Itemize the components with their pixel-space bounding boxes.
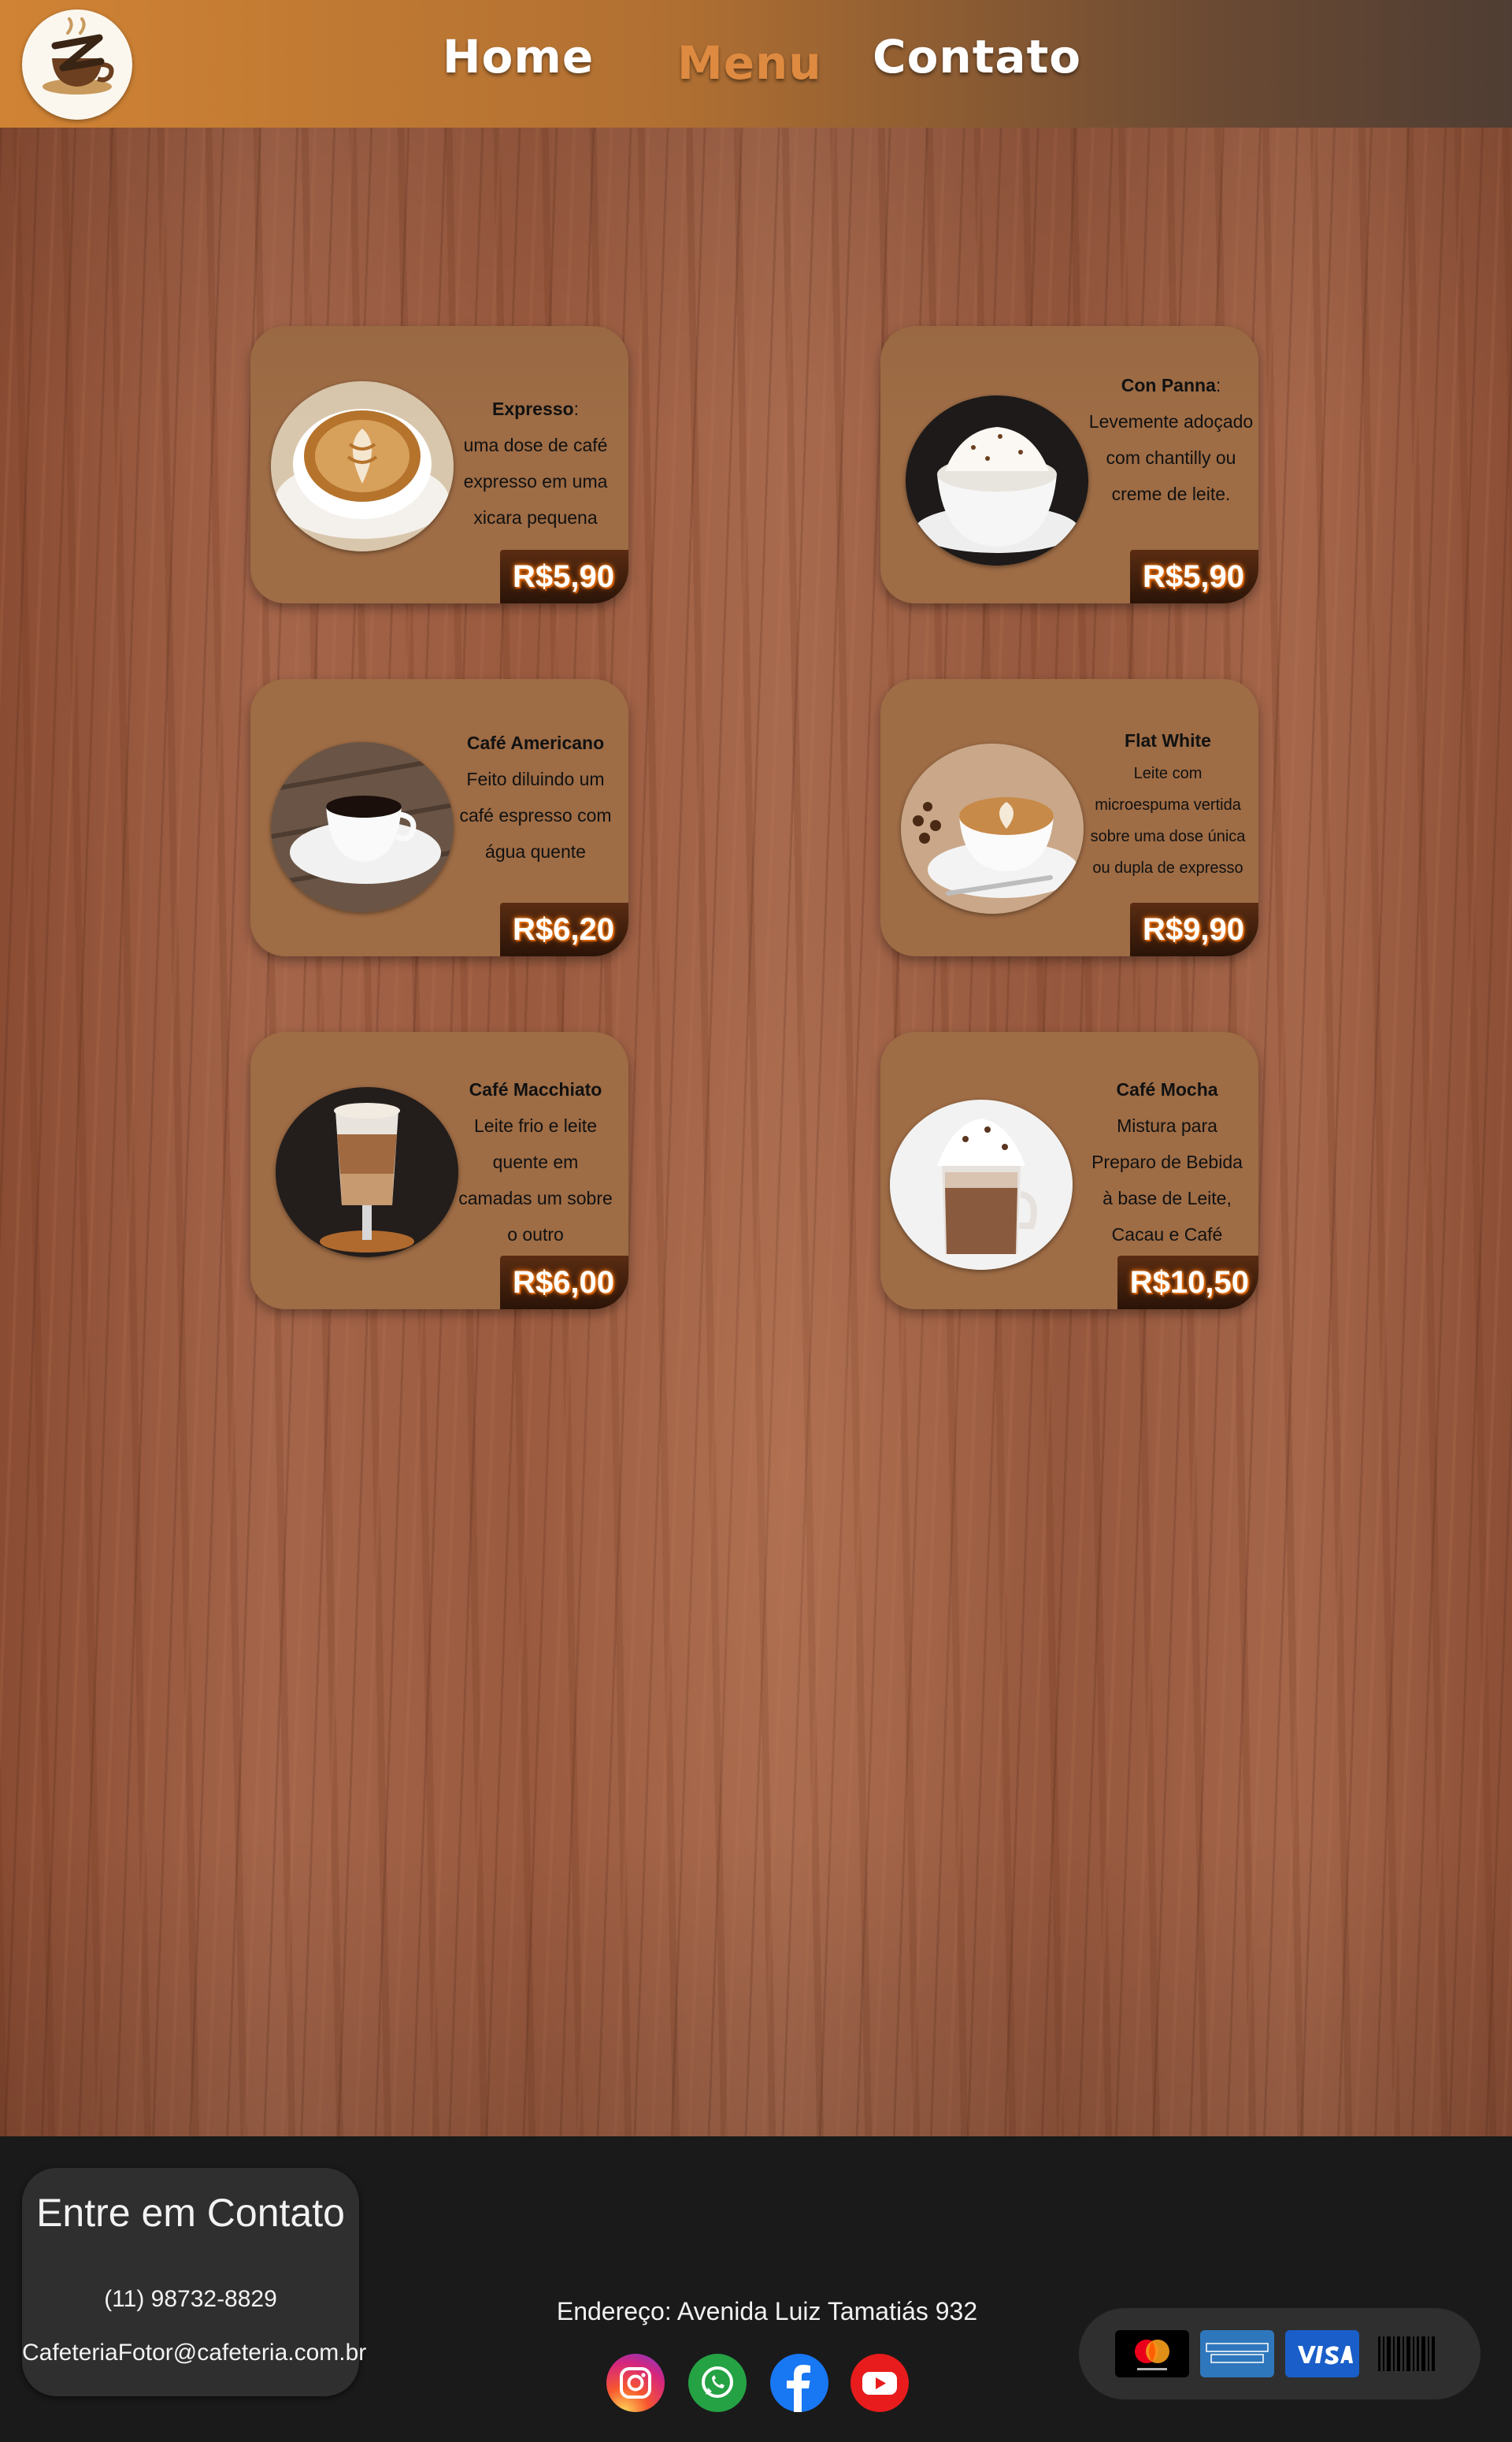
item-description: Con Panna: Levemente adoçado com chantil… [1088,367,1254,512]
price-tag: R$5,90 [500,550,628,603]
item-text: Feito diluindo um café espresso com água… [459,769,612,862]
price-tag: R$6,20 [500,903,628,956]
price-tag: R$10,50 [1117,1256,1258,1309]
item-text: Leite com microespuma vertida sobre uma … [1090,765,1246,877]
flat-white-cup-photo [901,744,1084,914]
payment-methods [1079,2308,1480,2399]
menu-item-card[interactable]: Flat White Leite com microespuma vertida… [880,679,1258,956]
nav-menu-link[interactable]: Menu [677,36,822,90]
price-tag: R$9,90 [1130,903,1258,956]
youtube-icon[interactable] [850,2354,909,2412]
whatsapp-icon[interactable] [688,2354,747,2412]
menu-item-card[interactable]: Con Panna: Levemente adoçado com chantil… [880,326,1258,603]
item-description: Expresso: uma dose de café expresso em u… [457,391,614,536]
item-text: Leite frio e leite quente em camadas um … [458,1115,613,1245]
nav-home-link[interactable]: Home [443,30,594,84]
coffee-cup-logo-icon[interactable] [22,9,132,120]
item-text: Mistura para Preparo de Bebida à base de… [1091,1115,1243,1245]
black-coffee-cup-photo [271,742,454,912]
boleto-icon [1370,2330,1444,2377]
site-header: Home Menu Contato [0,0,1512,128]
macchiato-glass-photo [276,1087,458,1257]
item-text: Levemente adoçado com chantilly ou creme… [1088,411,1254,504]
menu-item-card[interactable]: Café Mocha Mistura para Preparo de Bebid… [880,1032,1258,1309]
item-name-suffix: : [573,399,579,419]
menu-item-card[interactable]: Café Macchiato Leite frio e leite quente… [250,1032,628,1309]
site-footer: Entre em Contato (11) 98732-8829 Cafeter… [0,2136,1512,2442]
mastercard-icon [1115,2330,1189,2377]
item-name: Café Macchiato [469,1079,602,1100]
item-name: Expresso [492,399,574,419]
whipped-cream-coffee-photo [906,395,1088,566]
item-description: Café Macchiato Leite frio e leite quente… [457,1071,614,1253]
item-description: Flat White Leite com microespuma vertida… [1085,725,1251,884]
menu-item-card[interactable]: Café Americano Feito diluindo um café es… [250,679,628,956]
mocha-glass-photo [890,1100,1073,1270]
item-name: Flat White [1125,730,1211,751]
facebook-icon[interactable] [770,2354,828,2412]
item-name: Café Mocha [1116,1079,1218,1100]
item-text: uma dose de café expresso em uma xicara … [463,435,608,528]
latte-art-cup-photo [271,381,454,551]
contact-email[interactable]: CafeteriaFotor@cafeteria.com.br [22,2340,366,2366]
item-name: Café Americano [466,733,605,753]
price-tag: R$6,00 [500,1256,628,1309]
menu-item-card[interactable]: Expresso: uma dose de café expresso em u… [250,326,628,603]
item-name: Con Panna [1121,375,1216,395]
american-express-icon [1200,2330,1274,2377]
item-description: Café Americano Feito diluindo um café es… [457,725,614,870]
nav-contato-link[interactable]: Contato [873,30,1081,84]
item-description: Café Mocha Mistura para Preparo de Bebid… [1088,1071,1246,1253]
price-tag: R$5,90 [1130,550,1258,603]
visa-icon [1285,2330,1359,2377]
menu-section: Expresso: uma dose de café expresso em u… [0,128,1512,2136]
contact-title: Entre em Contato [36,2191,345,2235]
contact-box: Entre em Contato (11) 98732-8829 Cafeter… [22,2168,366,2396]
item-name-suffix: : [1215,375,1221,395]
instagram-icon[interactable] [606,2354,665,2412]
